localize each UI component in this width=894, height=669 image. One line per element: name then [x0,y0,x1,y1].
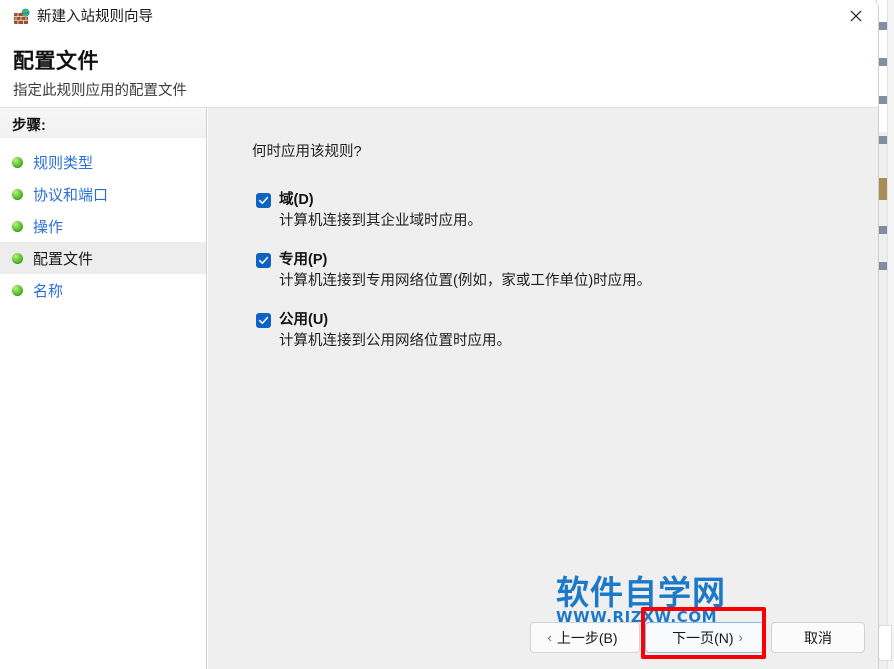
new-inbound-rule-wizard-dialog: 新建入站规则向导 配置文件 指定此规则应用的配置文件 步骤: 规则类型 协议和端 [0,0,879,669]
profile-option-domain[interactable]: 域(D) 计算机连接到其企业域时应用。 [252,191,852,231]
content-question: 何时应用该规则? [252,144,362,160]
background-panel [878,625,892,661]
sidebar-item-label: 协议和端口 [33,186,109,204]
page-title: 配置文件 [13,50,99,73]
title-bar: 新建入站规则向导 [0,0,878,33]
sidebar-item-label: 名称 [33,282,64,300]
firewall-globe-icon [13,8,31,26]
cancel-button[interactable]: 取消 [771,622,865,653]
background-list-item [879,58,887,66]
back-button[interactable]: ‹ 上一步(B) [530,622,640,653]
steps-heading-label: 步骤: [12,118,46,134]
background-list-item [879,22,887,30]
profile-option-private[interactable]: 专用(P) 计算机连接到专用网络位置(例如，家或工作单位)时应用。 [252,251,852,291]
step-bullet-icon [12,188,23,200]
steps-sidebar: 步骤: 规则类型 协议和端口 操作 配置文件 名称 [0,108,207,669]
option-title: 域(D) [279,192,314,208]
background-list-item [879,178,887,200]
page-header: 配置文件 指定此规则应用的配置文件 [0,33,878,108]
sidebar-item-label: 配置文件 [33,250,94,268]
private-checkbox[interactable] [256,253,271,268]
content-pane: 何时应用该规则? 域(D) 计算机连接到其企业域时应用。 专用(P) 计算机连接… [208,108,878,669]
public-checkbox[interactable] [256,313,271,328]
sidebar-item-protocol-and-ports[interactable]: 协议和端口 [0,178,206,210]
page-subtitle: 指定此规则应用的配置文件 [13,83,187,99]
background-list-item [879,262,887,270]
option-description: 计算机连接到公用网络位置时应用。 [279,333,511,349]
step-bullet-icon [12,284,23,296]
sidebar-item-profile[interactable]: 配置文件 [0,242,206,274]
sidebar-item-action[interactable]: 操作 [0,210,206,242]
cancel-button-label: 取消 [804,629,832,646]
option-title: 专用(P) [279,252,328,268]
profile-options-group: 域(D) 计算机连接到其企业域时应用。 专用(P) 计算机连接到专用网络位置(例… [252,191,852,371]
sidebar-item-name[interactable]: 名称 [0,274,206,306]
close-icon[interactable] [833,0,878,32]
chevron-right-icon: › [738,630,743,645]
window-title: 新建入站规则向导 [37,9,153,25]
background-scrollbar[interactable] [887,0,894,669]
sidebar-item-label: 操作 [33,218,64,236]
next-button-label: 下一页(N) [672,629,734,646]
option-description: 计算机连接到其企业域时应用。 [279,213,482,229]
step-bullet-icon [12,252,23,264]
background-list-item [879,136,887,144]
option-description: 计算机连接到专用网络位置(例如，家或工作单位)时应用。 [279,273,652,289]
steps-heading: 步骤: [0,108,206,138]
sidebar-item-label: 规则类型 [33,154,94,172]
option-title: 公用(U) [279,312,329,328]
step-bullet-icon [12,156,23,168]
dialog-body: 步骤: 规则类型 协议和端口 操作 配置文件 名称 何时应用该规则? 域(D) … [0,108,878,669]
domain-checkbox[interactable] [256,193,271,208]
step-bullet-icon [12,220,23,232]
next-button[interactable]: 下一页(N) › [645,622,765,653]
sidebar-item-rule-type[interactable]: 规则类型 [0,146,206,178]
back-button-label: 上一步(B) [556,629,618,646]
background-list-item [879,226,887,234]
profile-option-public[interactable]: 公用(U) 计算机连接到公用网络位置时应用。 [252,311,852,351]
background-list-item [879,96,887,104]
